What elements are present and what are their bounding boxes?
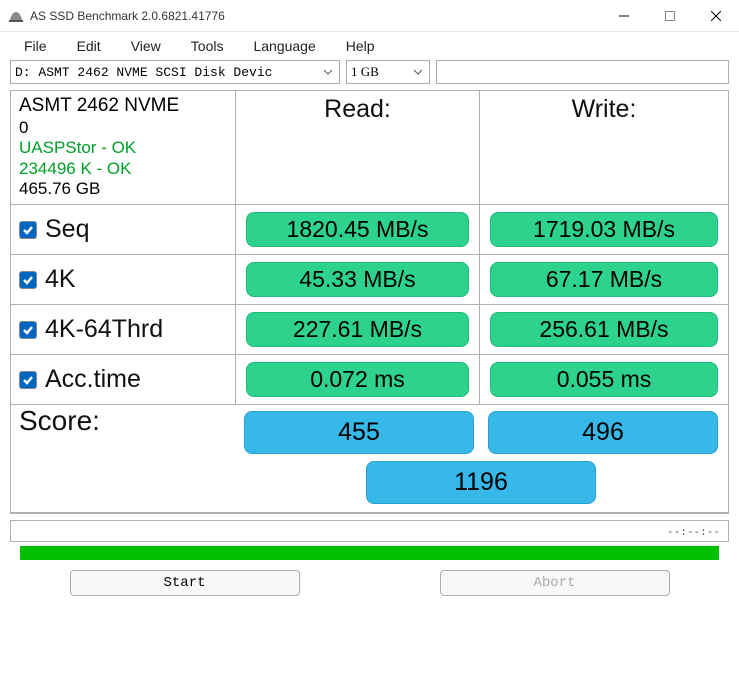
checkbox-4k64[interactable] — [19, 321, 37, 339]
score-area: 455 496 1196 — [236, 405, 728, 512]
button-row: Start Abort — [10, 570, 729, 596]
row-seq: Seq 1820.45 MB/s 1719.03 MB/s — [11, 205, 728, 255]
drive-select[interactable]: D: ASMT 2462 NVME SCSI Disk Devic — [10, 60, 340, 84]
menu-help[interactable]: Help — [332, 36, 389, 56]
4k64-read: 227.61 MB/s — [246, 312, 469, 347]
abort-button[interactable]: Abort — [440, 570, 670, 596]
score-read: 455 — [244, 411, 474, 454]
chevron-down-icon — [319, 62, 337, 82]
progress-time-text: --:--:-- — [667, 525, 720, 538]
menu-language[interactable]: Language — [239, 36, 329, 56]
row-acctime: Acc.time 0.072 ms 0.055 ms — [11, 355, 728, 405]
controls-row: D: ASMT 2462 NVME SCSI Disk Devic 1 GB — [0, 58, 739, 90]
header-write-label: Write: — [572, 95, 637, 124]
acctime-read: 0.072 ms — [246, 362, 469, 397]
status-field — [436, 60, 729, 84]
seq-read: 1820.45 MB/s — [246, 212, 469, 247]
start-button[interactable]: Start — [70, 570, 300, 596]
score-total: 1196 — [366, 461, 596, 504]
checkbox-acctime[interactable] — [19, 371, 37, 389]
4k64-write: 256.61 MB/s — [490, 312, 718, 347]
menubar: File Edit View Tools Language Help — [0, 32, 739, 58]
score-label: Score: — [11, 405, 236, 512]
row-4k64: 4K-64Thrd 227.61 MB/s 256.61 MB/s — [11, 305, 728, 355]
device-index: 0 — [19, 118, 179, 138]
results-grid: ASMT 2462 NVME 0 UASPStor - OK 234496 K … — [10, 90, 729, 514]
window-controls — [601, 0, 739, 32]
titlebar: AS SSD Benchmark 2.0.6821.41776 — [0, 0, 739, 32]
chevron-down-icon — [409, 62, 427, 82]
checkbox-4k[interactable] — [19, 271, 37, 289]
capacity: 465.76 GB — [19, 179, 179, 199]
seq-write: 1719.03 MB/s — [490, 212, 718, 247]
progress-bar — [20, 546, 719, 560]
device-info: ASMT 2462 NVME 0 UASPStor - OK 234496 K … — [19, 95, 179, 199]
score-write: 496 — [488, 411, 718, 454]
label-4k: 4K — [45, 265, 76, 294]
size-select-value: 1 GB — [351, 64, 379, 80]
device-name: ASMT 2462 NVME — [19, 95, 179, 118]
label-4k64: 4K-64Thrd — [45, 315, 163, 344]
drive-select-value: D: ASMT 2462 NVME SCSI Disk Devic — [15, 65, 272, 80]
header-read: Read: — [236, 91, 480, 204]
header-row: ASMT 2462 NVME 0 UASPStor - OK 234496 K … — [11, 91, 728, 205]
acctime-write: 0.055 ms — [490, 362, 718, 397]
label-acctime: Acc.time — [45, 365, 141, 394]
app-icon — [8, 8, 24, 24]
row-score: Score: 455 496 1196 — [11, 405, 728, 513]
4k-write: 67.17 MB/s — [490, 262, 718, 297]
label-seq: Seq — [45, 215, 89, 244]
menu-tools[interactable]: Tools — [177, 36, 238, 56]
menu-edit[interactable]: Edit — [63, 36, 115, 56]
window-title: AS SSD Benchmark 2.0.6821.41776 — [30, 9, 601, 23]
size-select[interactable]: 1 GB — [346, 60, 430, 84]
progress-time: --:--:-- — [10, 520, 729, 542]
minimize-button[interactable] — [601, 0, 647, 32]
main-panel: ASMT 2462 NVME 0 UASPStor - OK 234496 K … — [0, 90, 739, 596]
header-read-label: Read: — [324, 95, 391, 124]
menu-file[interactable]: File — [10, 36, 61, 56]
row-4k: 4K 45.33 MB/s 67.17 MB/s — [11, 255, 728, 305]
maximize-button[interactable] — [647, 0, 693, 32]
4k-read: 45.33 MB/s — [246, 262, 469, 297]
alignment-status: 234496 K - OK — [19, 159, 179, 179]
close-button[interactable] — [693, 0, 739, 32]
driver-status: UASPStor - OK — [19, 138, 179, 158]
menu-view[interactable]: View — [117, 36, 175, 56]
checkbox-seq[interactable] — [19, 221, 37, 239]
header-write: Write: — [480, 91, 728, 204]
